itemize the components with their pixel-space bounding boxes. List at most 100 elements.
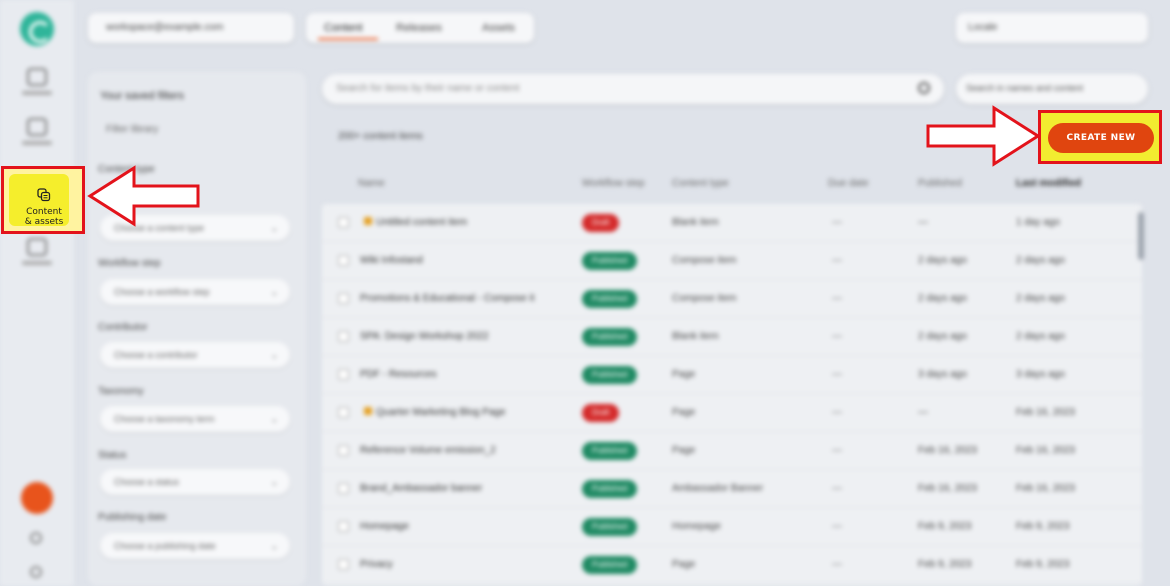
row-checkbox[interactable] xyxy=(338,255,349,266)
table-row[interactable]: Untitled content item Draft Blank item — — 1 … xyxy=(322,204,1142,242)
row-name[interactable]: SPA: Design Workshop 2022 xyxy=(360,331,489,342)
workflow-step-placeholder: Choose a workflow step xyxy=(114,287,210,297)
content-table: Name Workflow step Content type Due date… xyxy=(322,166,1154,586)
workflow-badge: Published xyxy=(582,328,638,346)
publishing-date-placeholder: Choose a publishing date xyxy=(114,541,216,551)
table-row[interactable]: Homepage Published Homepage — Feb 9, 2023 Feb… xyxy=(322,508,1142,546)
column-workflow-step[interactable]: Workflow step xyxy=(582,178,645,189)
row-checkbox[interactable] xyxy=(338,217,349,228)
tab-releases[interactable]: Releases xyxy=(396,22,442,34)
row-due-date: — xyxy=(832,217,842,228)
filter-label-publishing-date: Publishing date xyxy=(98,512,167,523)
row-name[interactable]: Reference Volume emission_2 xyxy=(360,445,496,456)
workflow-badge: Published xyxy=(582,290,638,308)
row-name[interactable]: Promotions & Educational - Compose it xyxy=(360,293,535,304)
filter-library-select[interactable]: Filter library xyxy=(106,124,158,135)
workflow-badge: Published xyxy=(582,366,638,384)
taxonomy-placeholder: Choose a taxonomy term xyxy=(114,414,215,424)
column-due-date[interactable]: Due date xyxy=(828,178,869,189)
tab-content[interactable]: Content xyxy=(324,22,363,34)
row-due-date: — xyxy=(832,293,842,304)
taxonomy-select[interactable]: Choose a taxonomy term ⌄ xyxy=(100,406,290,432)
column-content-type[interactable]: Content type xyxy=(672,178,729,189)
row-due-date: — xyxy=(832,331,842,342)
highlight-content-assets: Content & assets xyxy=(1,166,85,234)
table-scrollbar[interactable] xyxy=(1138,212,1144,260)
create-new-button[interactable]: CREATE NEW xyxy=(1048,123,1154,153)
avatar[interactable] xyxy=(21,482,53,514)
row-due-date: — xyxy=(832,255,842,266)
filters-panel: Your saved filters Filter library Conten… xyxy=(88,72,306,586)
row-content-type: Page xyxy=(672,407,696,418)
feedback-icon[interactable] xyxy=(30,566,42,578)
row-content-type: Page xyxy=(672,559,696,570)
row-name[interactable]: Wiki Infostand xyxy=(360,255,423,266)
row-name[interactable]: PDF - Resources xyxy=(360,369,437,380)
row-published: Feb 16, 2023 xyxy=(918,483,977,494)
chevron-down-icon: ⌄ xyxy=(270,414,278,424)
workflow-step-select[interactable]: Choose a workflow step ⌄ xyxy=(100,279,290,305)
table-row[interactable]: Reference Volume emission_2 Published Page… xyxy=(322,432,1142,470)
table-row[interactable]: Wiki Infostand Published Compose item — 2 da… xyxy=(322,242,1142,280)
rail-item-content-assets[interactable]: Content & assets xyxy=(9,174,69,227)
row-content-type: Compose item xyxy=(672,293,737,304)
draft-flag-icon xyxy=(364,407,372,415)
chevron-down-icon: ⌄ xyxy=(270,223,278,233)
chevron-down-icon: ⌄ xyxy=(270,477,278,487)
row-checkbox[interactable] xyxy=(338,559,349,570)
row-last-modified: Feb 9, 2023 xyxy=(1016,559,1070,570)
arrow-left-icon xyxy=(87,165,200,227)
status-select[interactable]: Choose a status ⌄ xyxy=(100,469,290,495)
table-row[interactable]: Quarter Marketing Blog Page Draft Page — — Fe… xyxy=(322,394,1142,432)
row-name[interactable]: Untitled content item xyxy=(376,217,467,228)
publishing-date-select[interactable]: Choose a publishing date ⌄ xyxy=(100,533,290,559)
row-published: 2 days ago xyxy=(918,255,967,266)
home-icon xyxy=(27,68,47,86)
column-published[interactable]: Published xyxy=(918,178,962,189)
draft-flag-icon xyxy=(364,217,372,225)
table-row[interactable]: PDF - Resources Published Page — 3 days ago 3… xyxy=(322,356,1142,394)
row-checkbox[interactable] xyxy=(338,521,349,532)
row-name[interactable]: Privacy xyxy=(360,559,393,570)
table-body: Untitled content item Draft Blank item — — 1 … xyxy=(322,204,1142,586)
column-last-modified[interactable]: Last modified xyxy=(1016,178,1081,189)
row-checkbox[interactable] xyxy=(338,331,349,342)
workspace-select[interactable]: workspace@example.com xyxy=(88,13,294,43)
search-input[interactable]: Search for items by their name or conten… xyxy=(322,74,944,104)
locale-select[interactable]: Locale xyxy=(956,13,1148,43)
items-count: 200+ content items xyxy=(338,131,423,142)
app-logo xyxy=(20,12,54,46)
row-name[interactable]: Homepage xyxy=(360,521,409,532)
column-name[interactable]: Name xyxy=(358,178,385,189)
tab-assets[interactable]: Assets xyxy=(482,22,515,34)
row-content-type: Ambassador Banner xyxy=(672,483,764,494)
row-published: 2 days ago xyxy=(918,331,967,342)
table-header: Name Workflow step Content type Due date… xyxy=(322,166,1154,200)
row-last-modified: Feb 9, 2023 xyxy=(1016,521,1070,532)
search-placeholder: Search for items by their name or conten… xyxy=(336,83,520,94)
contributor-placeholder: Choose a contributor xyxy=(114,350,198,360)
rail-item-configuration[interactable] xyxy=(20,238,54,278)
row-checkbox[interactable] xyxy=(338,483,349,494)
row-due-date: — xyxy=(832,407,842,418)
row-name[interactable]: Quarter Marketing Blog Page xyxy=(376,407,506,418)
rail-item-content-model[interactable] xyxy=(20,118,54,158)
help-icon[interactable] xyxy=(30,532,42,544)
row-checkbox[interactable] xyxy=(338,407,349,418)
table-row[interactable]: Privacy Published Page — Feb 9, 2023 Feb 9, 2… xyxy=(322,546,1142,584)
row-content-type: Page xyxy=(672,369,696,380)
row-checkbox[interactable] xyxy=(338,369,349,380)
search-scope-select[interactable]: Search in names and content xyxy=(956,74,1148,104)
contributor-select[interactable]: Choose a contributor ⌄ xyxy=(100,342,290,368)
row-name[interactable]: Brand_Ambassador banner xyxy=(360,483,482,494)
row-last-modified: Feb 16, 2023 xyxy=(1016,483,1075,494)
row-checkbox[interactable] xyxy=(338,293,349,304)
status-placeholder: Choose a status xyxy=(114,477,180,487)
row-published: Feb 9, 2023 xyxy=(918,521,972,532)
row-checkbox[interactable] xyxy=(338,445,349,456)
rail-item-home[interactable] xyxy=(20,68,54,108)
table-row[interactable]: Brand_Ambassador banner Published Ambassad… xyxy=(322,470,1142,508)
row-published: 2 days ago xyxy=(918,293,967,304)
table-row[interactable]: Promotions & Educational - Compose it Pub… xyxy=(322,280,1142,318)
table-row[interactable]: SPA: Design Workshop 2022 Published Blank … xyxy=(322,318,1142,356)
